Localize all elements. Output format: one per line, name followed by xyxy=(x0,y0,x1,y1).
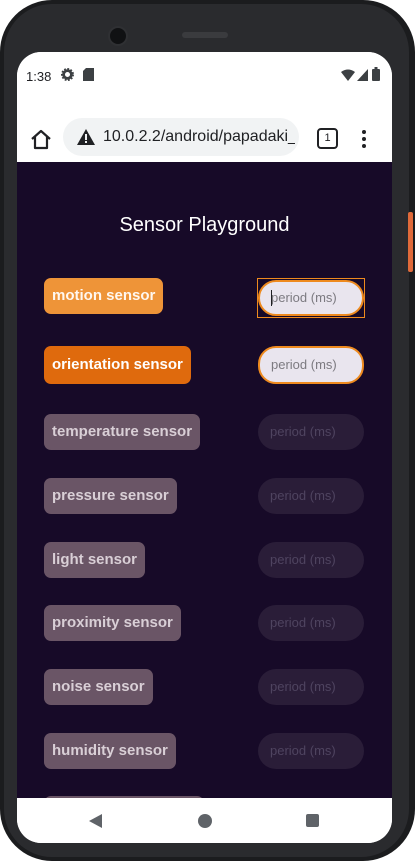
url-text: 10.0.2.2/android/papadaki_ xyxy=(103,128,295,145)
proximity-period-input[interactable]: period (ms) xyxy=(258,605,364,641)
gear-icon xyxy=(61,68,74,81)
text-caret xyxy=(271,290,272,306)
power-button xyxy=(408,212,413,272)
recents-icon[interactable] xyxy=(306,814,319,827)
sensor-row-humidity: humidity sensor period (ms) xyxy=(17,733,392,775)
wifi-icon xyxy=(341,69,355,81)
phone-frame: 1:38 10.0.2.2/android/papadaki_ 1 Sensor… xyxy=(0,0,415,861)
sensor-row-noise: noise sensor period (ms) xyxy=(17,669,392,711)
sensor-row-orientation: orientation sensor period (ms) xyxy=(17,346,392,388)
sensor-row-temperature: temperature sensor period (ms) xyxy=(17,414,392,456)
sensor-row-light: light sensor period (ms) xyxy=(17,542,392,584)
noise-sensor-button[interactable]: noise sensor xyxy=(44,669,153,705)
motion-period-input[interactable]: period (ms) xyxy=(258,280,364,316)
proximity-sensor-button[interactable]: proximity sensor xyxy=(44,605,181,641)
humidity-sensor-button[interactable]: humidity sensor xyxy=(44,733,176,769)
noise-period-input[interactable]: period (ms) xyxy=(258,669,364,705)
earpiece-speaker xyxy=(182,32,228,38)
home-nav-icon[interactable] xyxy=(198,814,212,828)
browser-toolbar: 10.0.2.2/android/papadaki_ 1 xyxy=(17,98,392,162)
pressure-sensor-button[interactable]: pressure sensor xyxy=(44,478,177,514)
light-period-input[interactable]: period (ms) xyxy=(258,542,364,578)
page-title: Sensor Playground xyxy=(119,214,290,236)
home-icon[interactable] xyxy=(29,128,53,152)
tab-switcher-icon[interactable]: 1 xyxy=(317,128,338,149)
orientation-sensor-button[interactable]: orientation sensor xyxy=(44,346,191,384)
sensor-row-motion: motion sensor period (ms) xyxy=(17,278,392,320)
back-icon[interactable] xyxy=(89,814,102,828)
overflow-menu-icon[interactable] xyxy=(361,130,367,150)
status-time: 1:38 xyxy=(26,69,52,84)
address-bar[interactable]: 10.0.2.2/android/papadaki_ xyxy=(63,118,299,156)
status-bar: 1:38 xyxy=(17,52,392,98)
sensor-row-pressure: pressure sensor period (ms) xyxy=(17,478,392,520)
battery-icon xyxy=(372,67,380,81)
temperature-period-input[interactable]: period (ms) xyxy=(258,414,364,450)
sensor-row-proximity: proximity sensor period (ms) xyxy=(17,605,392,647)
signal-icon xyxy=(357,69,368,81)
sd-card-icon xyxy=(83,68,94,81)
device-screen: 1:38 10.0.2.2/android/papadaki_ 1 Sensor… xyxy=(17,52,392,843)
orientation-period-input[interactable]: period (ms) xyxy=(258,346,364,384)
front-camera xyxy=(108,26,128,46)
warning-icon xyxy=(77,129,95,145)
motion-sensor-button[interactable]: motion sensor xyxy=(44,278,164,314)
web-page: Sensor Playground motion sensor period (… xyxy=(17,162,392,798)
temperature-sensor-button[interactable]: temperature sensor xyxy=(44,414,201,450)
android-nav-bar xyxy=(17,798,392,843)
humidity-period-input[interactable]: period (ms) xyxy=(258,733,364,769)
light-sensor-button[interactable]: light sensor xyxy=(44,542,146,578)
pressure-period-input[interactable]: period (ms) xyxy=(258,478,364,514)
